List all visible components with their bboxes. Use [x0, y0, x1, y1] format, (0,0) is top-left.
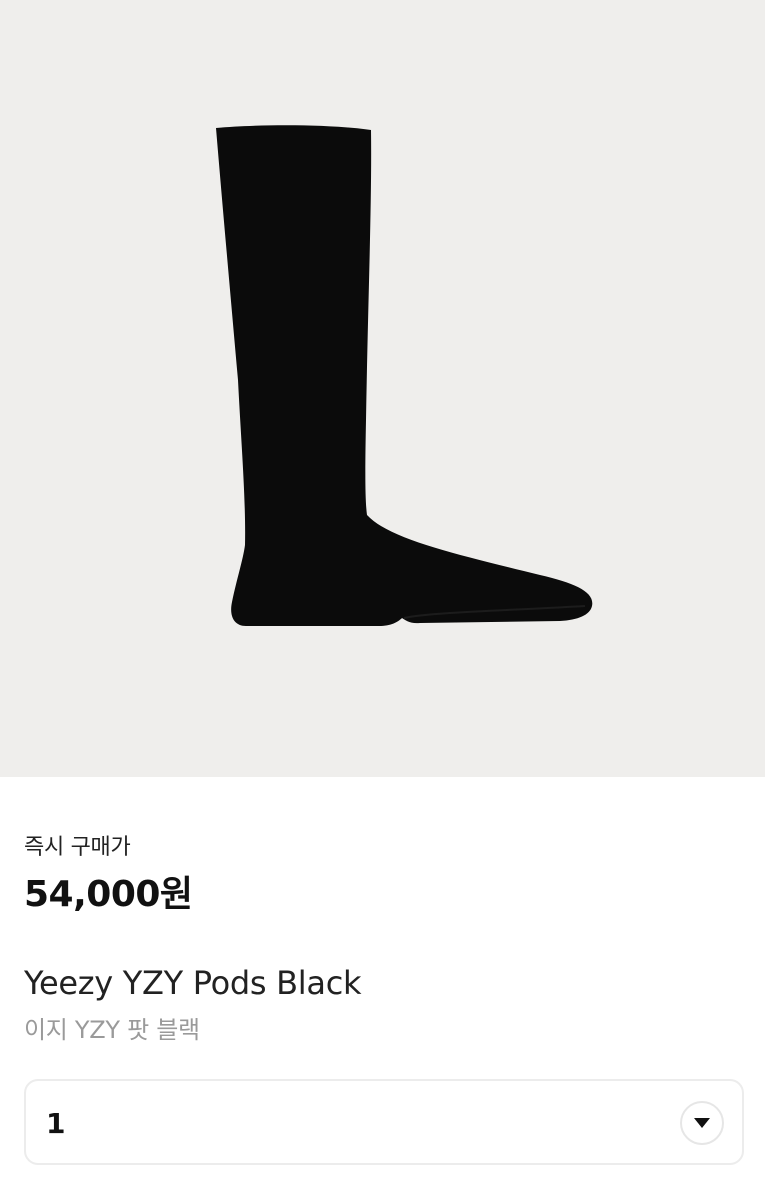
product-image[interactable]	[0, 0, 765, 777]
quantity-value: 1	[46, 1107, 66, 1140]
product-subname: 이지 YZY 팟 블랙	[24, 1016, 200, 1044]
product-page: 즉시 구매가 54,000원 Yeezy YZY Pods Black 이지 Y…	[0, 0, 765, 1200]
price-label: 즉시 구매가	[24, 835, 131, 860]
chevron-down-icon[interactable]	[680, 1101, 724, 1145]
shoe-silhouette	[216, 125, 593, 626]
price-value: 54,000원	[24, 874, 193, 915]
product-name: Yeezy YZY Pods Black	[24, 964, 362, 1002]
product-photo	[216, 125, 593, 626]
quantity-select[interactable]: 1	[24, 1079, 744, 1165]
